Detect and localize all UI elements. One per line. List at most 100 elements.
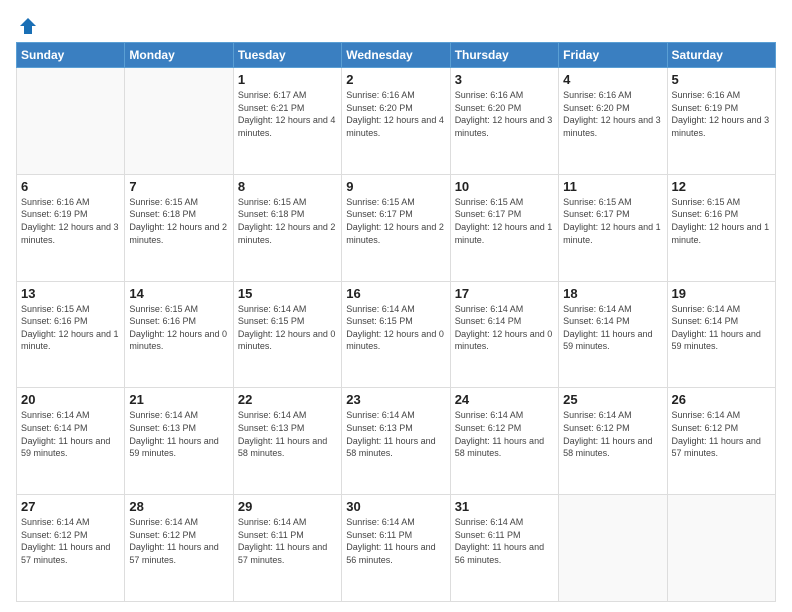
day-number: 30 [346,499,445,514]
day-info: Sunrise: 6:15 AMSunset: 6:16 PMDaylight:… [21,303,120,353]
day-info: Sunrise: 6:15 AMSunset: 6:16 PMDaylight:… [672,196,771,246]
day-number: 13 [21,286,120,301]
calendar-week-row: 6 Sunrise: 6:16 AMSunset: 6:19 PMDaylight… [17,174,776,281]
calendar-week-row: 27 Sunrise: 6:14 AMSunset: 6:12 PMDayligh… [17,495,776,602]
day-info: Sunrise: 6:15 AMSunset: 6:17 PMDaylight:… [455,196,554,246]
day-number: 5 [672,72,771,87]
day-number: 18 [563,286,662,301]
day-info: Sunrise: 6:14 AMSunset: 6:12 PMDaylight:… [672,409,771,459]
calendar-cell: 27Sunrise: 6:14 AMSunset: 6:12 PMDayligh… [17,495,125,602]
day-number: 17 [455,286,554,301]
calendar-cell: 12 Sunrise: 6:15 AMSunset: 6:16 PMDayligh… [667,174,775,281]
day-info: Sunrise: 6:15 AMSunset: 6:18 PMDaylight:… [129,196,228,246]
weekday-header: Wednesday [342,43,450,68]
day-number: 28 [129,499,228,514]
calendar-cell: 18 Sunrise: 6:14 AMSunset: 6:14 PMDayligh… [559,281,667,388]
day-info: Sunrise: 6:14 AMSunset: 6:13 PMDaylight:… [129,409,228,459]
calendar-cell [17,68,125,175]
day-info: Sunrise: 6:17 AMSunset: 6:21 PMDaylight:… [238,89,337,139]
day-number: 21 [129,392,228,407]
weekday-header: Tuesday [233,43,341,68]
calendar-cell: 4 Sunrise: 6:16 AMSunset: 6:20 PMDaylight… [559,68,667,175]
calendar-cell: 23Sunrise: 6:14 AMSunset: 6:13 PMDayligh… [342,388,450,495]
day-number: 27 [21,499,120,514]
day-number: 7 [129,179,228,194]
day-info: Sunrise: 6:14 AMSunset: 6:15 PMDaylight:… [346,303,445,353]
weekday-header: Thursday [450,43,558,68]
day-number: 26 [672,392,771,407]
day-info: Sunrise: 6:15 AMSunset: 6:18 PMDaylight:… [238,196,337,246]
weekday-header: Sunday [17,43,125,68]
weekday-header: Saturday [667,43,775,68]
day-info: Sunrise: 6:14 AMSunset: 6:11 PMDaylight:… [346,516,445,566]
calendar-cell: 5 Sunrise: 6:16 AMSunset: 6:19 PMDaylight… [667,68,775,175]
day-number: 15 [238,286,337,301]
day-number: 24 [455,392,554,407]
calendar-cell: 9 Sunrise: 6:15 AMSunset: 6:17 PMDaylight… [342,174,450,281]
calendar-cell: 13 Sunrise: 6:15 AMSunset: 6:16 PMDayligh… [17,281,125,388]
calendar-cell: 20 Sunrise: 6:14 AMSunset: 6:14 PMDayligh… [17,388,125,495]
calendar-cell: 14 Sunrise: 6:15 AMSunset: 6:16 PMDayligh… [125,281,233,388]
calendar-week-row: 13 Sunrise: 6:15 AMSunset: 6:16 PMDayligh… [17,281,776,388]
day-info: Sunrise: 6:16 AMSunset: 6:19 PMDaylight:… [21,196,120,246]
calendar-cell: 11Sunrise: 6:15 AMSunset: 6:17 PMDayligh… [559,174,667,281]
calendar-week-row: 1 Sunrise: 6:17 AMSunset: 6:21 PMDaylight… [17,68,776,175]
calendar-cell: 31Sunrise: 6:14 AMSunset: 6:11 PMDayligh… [450,495,558,602]
day-info: Sunrise: 6:14 AMSunset: 6:13 PMDaylight:… [238,409,337,459]
day-info: Sunrise: 6:14 AMSunset: 6:14 PMDaylight:… [21,409,120,459]
header [16,12,776,36]
calendar-cell: 16Sunrise: 6:14 AMSunset: 6:15 PMDayligh… [342,281,450,388]
day-info: Sunrise: 6:14 AMSunset: 6:11 PMDaylight:… [238,516,337,566]
weekday-header: Friday [559,43,667,68]
calendar-cell: 26 Sunrise: 6:14 AMSunset: 6:12 PMDayligh… [667,388,775,495]
day-info: Sunrise: 6:15 AMSunset: 6:16 PMDaylight:… [129,303,228,353]
day-info: Sunrise: 6:16 AMSunset: 6:20 PMDaylight:… [346,89,445,139]
calendar-cell: 7 Sunrise: 6:15 AMSunset: 6:18 PMDaylight… [125,174,233,281]
day-number: 19 [672,286,771,301]
calendar-cell: 22 Sunrise: 6:14 AMSunset: 6:13 PMDayligh… [233,388,341,495]
calendar-cell: 15Sunrise: 6:14 AMSunset: 6:15 PMDayligh… [233,281,341,388]
day-info: Sunrise: 6:15 AMSunset: 6:17 PMDaylight:… [346,196,445,246]
calendar-cell: 28 Sunrise: 6:14 AMSunset: 6:12 PMDayligh… [125,495,233,602]
day-info: Sunrise: 6:14 AMSunset: 6:14 PMDaylight:… [455,303,554,353]
calendar-cell: 30 Sunrise: 6:14 AMSunset: 6:11 PMDayligh… [342,495,450,602]
day-number: 11 [563,179,662,194]
day-number: 29 [238,499,337,514]
day-number: 4 [563,72,662,87]
day-info: Sunrise: 6:16 AMSunset: 6:20 PMDaylight:… [455,89,554,139]
calendar-table: SundayMondayTuesdayWednesdayThursdayFrid… [16,42,776,602]
day-info: Sunrise: 6:14 AMSunset: 6:11 PMDaylight:… [455,516,554,566]
day-info: Sunrise: 6:14 AMSunset: 6:12 PMDaylight:… [129,516,228,566]
day-number: 20 [21,392,120,407]
day-info: Sunrise: 6:14 AMSunset: 6:14 PMDaylight:… [563,303,662,353]
day-number: 1 [238,72,337,87]
day-info: Sunrise: 6:14 AMSunset: 6:13 PMDaylight:… [346,409,445,459]
day-number: 2 [346,72,445,87]
calendar-cell: 21 Sunrise: 6:14 AMSunset: 6:13 PMDayligh… [125,388,233,495]
logo-icon [18,16,38,36]
calendar-cell [667,495,775,602]
logo [16,16,38,36]
day-number: 9 [346,179,445,194]
day-number: 6 [21,179,120,194]
day-number: 12 [672,179,771,194]
calendar-cell: 3 Sunrise: 6:16 AMSunset: 6:20 PMDaylight… [450,68,558,175]
calendar-cell: 29 Sunrise: 6:14 AMSunset: 6:11 PMDayligh… [233,495,341,602]
calendar-cell: 6 Sunrise: 6:16 AMSunset: 6:19 PMDaylight… [17,174,125,281]
day-number: 25 [563,392,662,407]
day-number: 22 [238,392,337,407]
day-info: Sunrise: 6:14 AMSunset: 6:14 PMDaylight:… [672,303,771,353]
day-number: 3 [455,72,554,87]
calendar-header-row: SundayMondayTuesdayWednesdayThursdayFrid… [17,43,776,68]
day-info: Sunrise: 6:16 AMSunset: 6:20 PMDaylight:… [563,89,662,139]
day-info: Sunrise: 6:16 AMSunset: 6:19 PMDaylight:… [672,89,771,139]
calendar-week-row: 20 Sunrise: 6:14 AMSunset: 6:14 PMDayligh… [17,388,776,495]
calendar-cell: 24 Sunrise: 6:14 AMSunset: 6:12 PMDayligh… [450,388,558,495]
day-info: Sunrise: 6:14 AMSunset: 6:12 PMDaylight:… [455,409,554,459]
calendar-cell [125,68,233,175]
calendar-cell: 1 Sunrise: 6:17 AMSunset: 6:21 PMDaylight… [233,68,341,175]
calendar-cell: 10Sunrise: 6:15 AMSunset: 6:17 PMDayligh… [450,174,558,281]
weekday-header: Monday [125,43,233,68]
day-number: 8 [238,179,337,194]
day-number: 14 [129,286,228,301]
